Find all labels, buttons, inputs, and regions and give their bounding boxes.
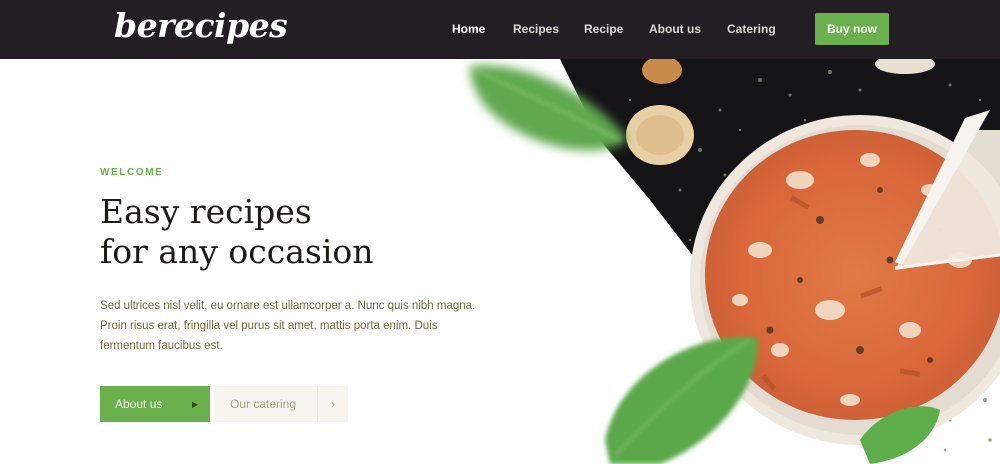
headline-line-1: Easy recipes <box>100 192 312 231</box>
headline-line-2: for any occasion <box>100 232 374 271</box>
welcome-eyebrow: WELCOME <box>100 167 164 178</box>
nav-item-home[interactable]: Home <box>452 22 485 36</box>
nav-item-recipe[interactable]: Recipe <box>584 22 623 36</box>
hero-headline: Easy recipes for any occasion <box>100 192 374 272</box>
nav-item-about-us[interactable]: About us <box>649 22 701 36</box>
site-header: berecipes Home Recipes Recipe About us C… <box>0 0 1000 59</box>
nav-item-catering[interactable]: Catering <box>727 22 776 36</box>
our-catering-button[interactable]: Our catering › <box>214 386 348 422</box>
nav-item-recipes[interactable]: Recipes <box>513 22 559 36</box>
site-logo[interactable]: berecipes <box>114 6 288 45</box>
our-catering-button-label: Our catering <box>230 397 297 411</box>
chevron-right-icon: › <box>317 386 348 422</box>
buy-now-button[interactable]: Buy now <box>815 13 889 45</box>
hero-description: Sed ultrices nisl velit, eu ornare est u… <box>100 300 476 352</box>
chevron-right-icon: ▸ <box>191 397 199 411</box>
about-us-button[interactable]: About us ▸ <box>100 386 210 422</box>
about-us-button-label: About us <box>115 397 163 411</box>
